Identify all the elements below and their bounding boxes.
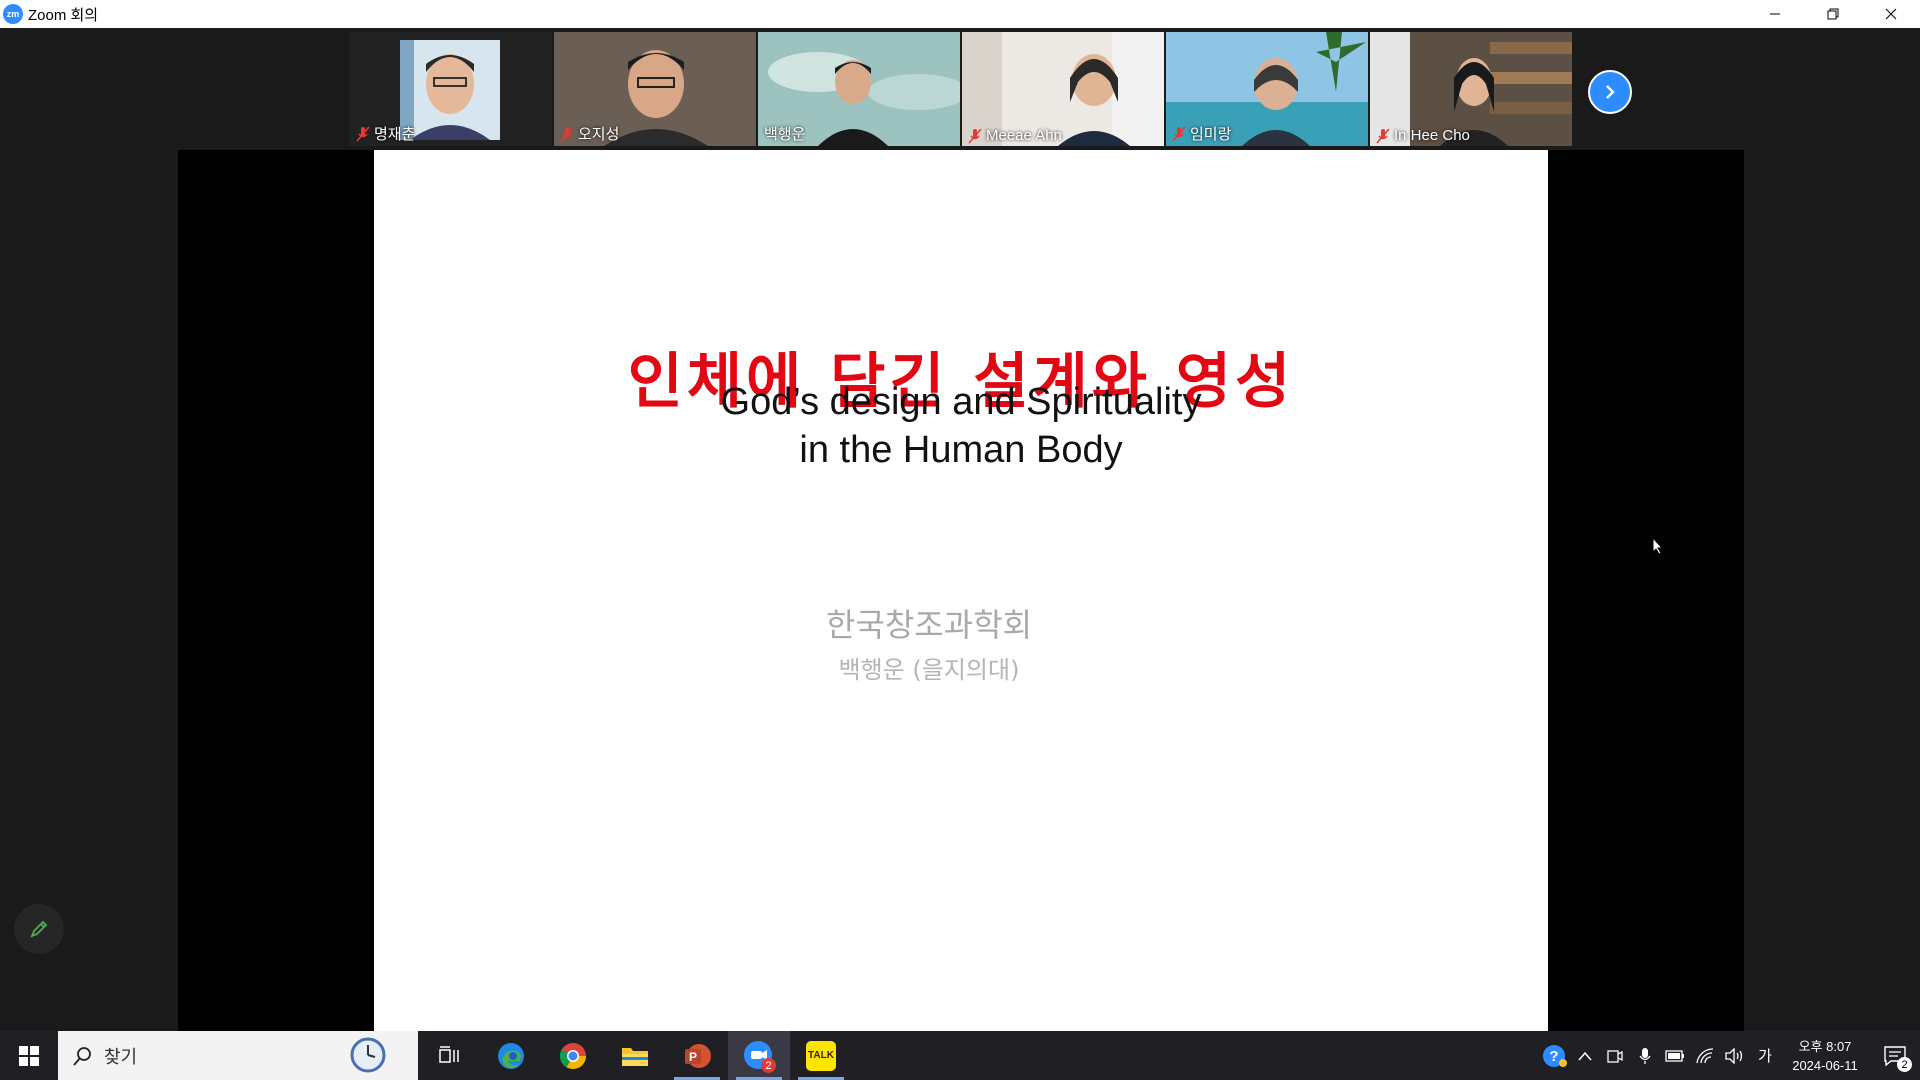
task-view-button[interactable] [418, 1031, 480, 1080]
participant-name-label: 오지성 [560, 123, 619, 144]
slide-author: 백행운 (을지의대) [838, 656, 1020, 684]
participant-tile[interactable]: 명재춘 [350, 32, 552, 146]
participant-tile[interactable]: 임미랑 [1166, 32, 1368, 146]
taskbar-clock[interactable]: 오후 8:07 2024-06-11 [1780, 1037, 1870, 1075]
camera-icon [1607, 1049, 1623, 1063]
ime-indicator[interactable]: 가 [1750, 1031, 1780, 1080]
taskbar-powerpoint[interactable]: P [666, 1031, 728, 1080]
participant-name-label: 백행운 [764, 126, 806, 143]
system-tray: ? 가 오후 8:07 2024-06-11 2 [1540, 1031, 1920, 1080]
folder-icon [622, 1047, 648, 1066]
meet-now-button[interactable] [1600, 1031, 1630, 1080]
network-tray-button[interactable] [1690, 1031, 1720, 1080]
window-titlebar: zm Zoom 회의 [0, 0, 1920, 28]
taskbar-zoom[interactable]: 2 [728, 1031, 790, 1080]
mic-muted-icon [968, 128, 982, 143]
mic-muted-icon [356, 126, 370, 141]
taskbar-file-explorer[interactable] [604, 1031, 666, 1080]
window-controls [1746, 0, 1920, 28]
next-participants-button[interactable] [1588, 70, 1632, 114]
edge-browser-icon [498, 1042, 524, 1069]
notification-count: 2 [1897, 1057, 1912, 1072]
microphone-icon [1639, 1047, 1651, 1064]
start-button[interactable] [0, 1031, 58, 1080]
chevron-up-icon [1578, 1051, 1592, 1060]
taskbar-edge[interactable] [480, 1031, 542, 1080]
restore-icon [1827, 8, 1839, 20]
svg-text:?: ? [1549, 1048, 1558, 1065]
zoom-badge: 2 [761, 1058, 776, 1073]
participant-name-label: 임미랑 [1172, 123, 1231, 144]
participant-tile[interactable]: 오지성 [554, 32, 756, 146]
mic-muted-icon [1172, 126, 1186, 141]
windows-logo-icon [19, 1045, 39, 1066]
meeting-area: 명재춘 오지성 백행운 Meeae Ahn 임미랑 In Hee Cho 인체에… [0, 28, 1920, 1031]
mic-muted-icon [560, 126, 574, 141]
kakaotalk-icon: TALK [806, 1040, 836, 1071]
slide-organization: 한국창조과학회 [825, 606, 1033, 644]
clock-date: 2024-06-11 [1792, 1057, 1858, 1073]
notification-center-button[interactable]: 2 [1870, 1031, 1920, 1080]
battery-icon [1665, 1049, 1684, 1062]
participant-tile-active-speaker[interactable]: 백행운 [758, 32, 960, 146]
search-placeholder: 찾기 [104, 1046, 138, 1068]
battery-tray-button[interactable] [1660, 1031, 1690, 1080]
help-icon: ? [1543, 1044, 1567, 1067]
zoom-logo-icon: zm [3, 4, 23, 24]
participant-strip: 명재춘 오지성 백행운 Meeae Ahn 임미랑 In Hee Cho [350, 32, 1572, 146]
powerpoint-icon: P [685, 1043, 711, 1068]
close-button[interactable] [1862, 0, 1920, 28]
windows-taskbar: 찾기 P 2 TALK ? 가 오후 8:07 2024-06-11 2 [0, 1031, 1920, 1080]
participant-name-label: 명재춘 [356, 123, 415, 144]
minimize-icon [1770, 13, 1780, 15]
search-icon [73, 1046, 91, 1066]
pencil-icon [30, 920, 48, 938]
slide-title-english: God’s design and Spirituality in the Hum… [720, 381, 1202, 471]
participant-tile[interactable]: Meeae Ahn [962, 32, 1164, 146]
presentation-slide: 인체에 담긴 설계와 영성 God’s design and Spiritual… [374, 150, 1548, 1031]
participant-name-label: In Hee Cho [1376, 127, 1470, 144]
help-tray-button[interactable]: ? [1540, 1031, 1570, 1080]
mouse-pointer-icon [1652, 537, 1664, 555]
wifi-icon [1696, 1047, 1714, 1063]
microphone-tray-button[interactable] [1630, 1031, 1660, 1080]
taskbar-kakaotalk[interactable]: TALK [790, 1031, 852, 1080]
clock-time: 오후 8:07 [1798, 1038, 1852, 1054]
mic-muted-icon [1376, 128, 1390, 143]
chevron-right-icon [1606, 85, 1615, 99]
taskbar-chrome[interactable] [542, 1031, 604, 1080]
clock-widget-icon[interactable] [348, 1035, 388, 1075]
window-title: Zoom 회의 [28, 6, 99, 24]
close-icon [1885, 8, 1897, 20]
minimize-button[interactable] [1746, 0, 1804, 28]
chrome-browser-icon [559, 1042, 587, 1069]
restore-button[interactable] [1804, 0, 1862, 28]
taskbar-search-box[interactable]: 찾기 [58, 1031, 418, 1080]
participant-name-label: Meeae Ahn [968, 127, 1062, 144]
shared-screen: 인체에 담긴 설계와 영성 God’s design and Spiritual… [178, 150, 1744, 1031]
speaker-icon [1725, 1047, 1743, 1064]
svg-text:P: P [689, 1050, 697, 1064]
task-view-icon [439, 1045, 459, 1063]
volume-tray-button[interactable] [1720, 1031, 1750, 1080]
participant-tile[interactable]: In Hee Cho [1370, 32, 1572, 146]
show-hidden-icons-button[interactable] [1570, 1031, 1600, 1080]
annotate-button[interactable] [14, 904, 64, 954]
